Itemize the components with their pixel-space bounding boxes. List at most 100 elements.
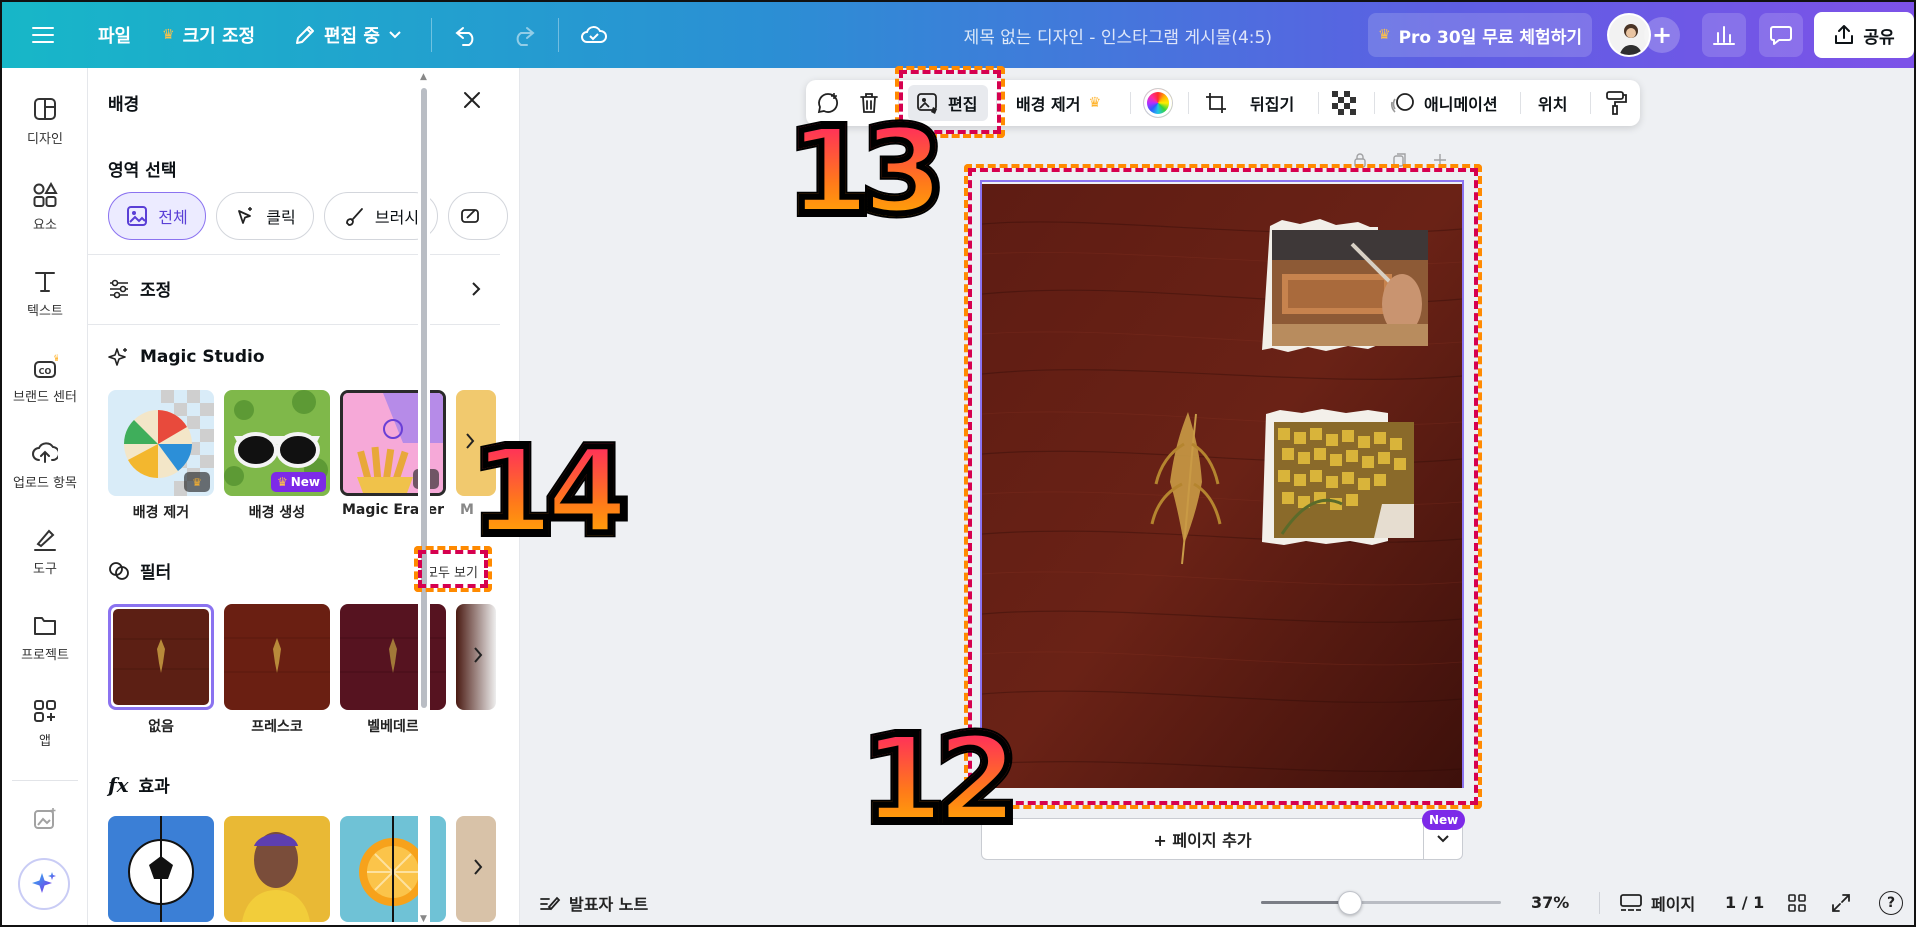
help-icon: ? — [1879, 890, 1903, 915]
fullscreen-button[interactable] — [1831, 878, 1851, 925]
filter-none-thumb[interactable] — [108, 604, 214, 710]
design-icon — [34, 98, 56, 120]
magic-remove-bg-thumb[interactable]: ♛ — [108, 390, 214, 496]
rail-item-design[interactable]: 디자인 — [2, 96, 88, 147]
chip-erase[interactable] — [448, 192, 508, 240]
zoom-slider-track[interactable] — [1261, 891, 1501, 915]
rail-item-projects[interactable]: 프로젝트 — [2, 612, 88, 663]
rail-item-magic-media[interactable] — [2, 806, 88, 832]
magic-assistant-button[interactable] — [18, 858, 70, 910]
pages-button[interactable]: 페이지 — [1619, 878, 1695, 925]
presenter-notes-button[interactable]: 발표자 노트 — [539, 878, 648, 925]
comments-button[interactable] — [1759, 13, 1803, 57]
rail-item-uploads[interactable]: 업로드 항목 — [2, 440, 88, 491]
magic-generate-bg-thumb[interactable]: ♛ New — [224, 390, 330, 496]
redo-icon — [516, 27, 535, 46]
toolbar-divider — [1374, 92, 1375, 114]
grid-view-button[interactable] — [1787, 878, 1807, 925]
magic-studio-heading: Magic Studio — [108, 346, 265, 368]
document-title[interactable]: 제목 없는 디자인 - 인스타그램 게시물(4:5) — [964, 2, 1272, 68]
scroll-down-arrow[interactable]: ▼ — [420, 914, 427, 924]
pencil-icon — [296, 26, 314, 44]
pro-trial-button[interactable]: ♛ Pro 30일 무료 체험하기 — [1368, 13, 1592, 57]
remove-background-button[interactable]: 배경 제거 ♛ — [1016, 80, 1101, 126]
panel-scrollbar-thumb[interactable] — [421, 88, 427, 708]
file-menu[interactable]: 파일 — [98, 2, 131, 68]
filter-belvedere-thumb[interactable] — [340, 604, 446, 710]
crop-button[interactable] — [1204, 80, 1228, 126]
zoom-slider-thumb[interactable] — [1338, 891, 1362, 915]
new-badge: New — [1422, 810, 1466, 830]
bottom-status-bar: 발표자 노트 37% 페이지 1 / 1 ? — [521, 878, 1914, 925]
portrait-image — [224, 816, 330, 922]
add-collaborator-button[interactable]: + — [1644, 17, 1680, 53]
filter-fresco-thumb[interactable] — [224, 604, 330, 710]
draw-icon — [34, 529, 56, 551]
svg-text:CO: CO — [39, 367, 52, 376]
rail-item-brand-center[interactable]: CO♛ 브랜드 센터 — [2, 354, 88, 405]
toolbar-divider — [558, 18, 559, 52]
upload-icon — [32, 442, 58, 463]
divider — [88, 324, 500, 325]
menu-button[interactable] — [32, 2, 54, 68]
top-toolbar: 파일 ♛ 크기 조정 편집 중 제목 없는 디자인 - 인스타그램 게시물(4:… — [2, 2, 1914, 68]
notes-pencil-icon — [540, 896, 561, 910]
wood-leaf-image — [340, 604, 446, 710]
new-badge: ♛ New — [270, 472, 326, 492]
chevron-right-icon — [474, 647, 483, 663]
flip-button[interactable]: 뒤집기 — [1250, 80, 1294, 126]
chevron-down-icon — [389, 31, 401, 39]
magic-eraser-thumb[interactable]: ♛ — [340, 390, 446, 496]
side-navigation-rail: 디자인 요소 텍스트 CO♛ 브랜드 센터 업로드 항목 도구 프로젝트 앱 — [2, 68, 88, 925]
toolbar-divider — [1318, 92, 1319, 114]
filter-circles-icon — [109, 561, 129, 580]
toolbar-divider — [1590, 92, 1591, 114]
scroll-right-button[interactable] — [472, 858, 484, 880]
close-panel-button[interactable] — [456, 84, 488, 116]
zoom-level[interactable]: 37% — [1531, 878, 1569, 925]
position-button[interactable]: 위치 — [1538, 80, 1567, 126]
wood-leaf-image — [224, 604, 330, 710]
rail-item-apps[interactable]: 앱 — [2, 698, 88, 749]
annotation-number-14: 14 — [469, 422, 631, 560]
transparency-button[interactable] — [1332, 80, 1356, 126]
filter-label: 프레스코 — [251, 719, 303, 735]
undo-button[interactable] — [454, 2, 480, 68]
divider — [1599, 892, 1600, 914]
crown-icon: ♛ — [184, 472, 210, 492]
scroll-right-button[interactable] — [472, 646, 484, 668]
copy-style-button[interactable] — [1604, 80, 1628, 126]
crown-icon: ♛ — [162, 27, 175, 43]
rail-item-elements[interactable]: 요소 — [2, 182, 88, 233]
plus-icon: + — [1651, 21, 1673, 49]
insights-button[interactable] — [1702, 13, 1746, 57]
canva-editor-window: 파일 ♛ 크기 조정 편집 중 제목 없는 디자인 - 인스타그램 게시물(4:… — [0, 0, 1916, 927]
help-button[interactable]: ? — [1879, 878, 1903, 925]
effect-thumb[interactable] — [340, 816, 446, 922]
cloud-save-status[interactable] — [580, 2, 608, 68]
resize-button[interactable]: ♛ 크기 조정 — [162, 2, 255, 68]
chip-click[interactable]: 클릭 — [216, 192, 314, 240]
toolbar-divider — [1520, 92, 1521, 114]
effect-thumb[interactable] — [224, 816, 330, 922]
redo-button[interactable] — [510, 2, 536, 68]
comment-icon — [1770, 26, 1792, 45]
divider — [88, 254, 500, 255]
add-page-button[interactable]: + 페이지 추가 — [981, 818, 1424, 860]
rail-item-tools[interactable]: 도구 — [2, 526, 88, 577]
animation-icon — [1390, 93, 1414, 113]
undo-icon — [455, 27, 474, 46]
page-count: 1 / 1 — [1725, 893, 1765, 912]
editing-mode-dropdown[interactable]: 편집 중 — [294, 2, 402, 68]
effect-thumb[interactable] — [108, 816, 214, 922]
scroll-up-arrow[interactable]: ▲ — [420, 72, 427, 82]
rail-item-text[interactable]: 텍스트 — [2, 268, 88, 319]
animate-button[interactable]: 애니메이션 — [1390, 80, 1498, 126]
soccer-ball-image — [108, 816, 214, 922]
chip-all[interactable]: 전체 — [108, 192, 206, 240]
orange-image — [340, 816, 446, 922]
filter-label: 벨베데르 — [367, 719, 419, 735]
color-button[interactable] — [1144, 80, 1172, 126]
share-button[interactable]: 공유 — [1814, 12, 1914, 58]
eraser-icon — [461, 209, 479, 223]
